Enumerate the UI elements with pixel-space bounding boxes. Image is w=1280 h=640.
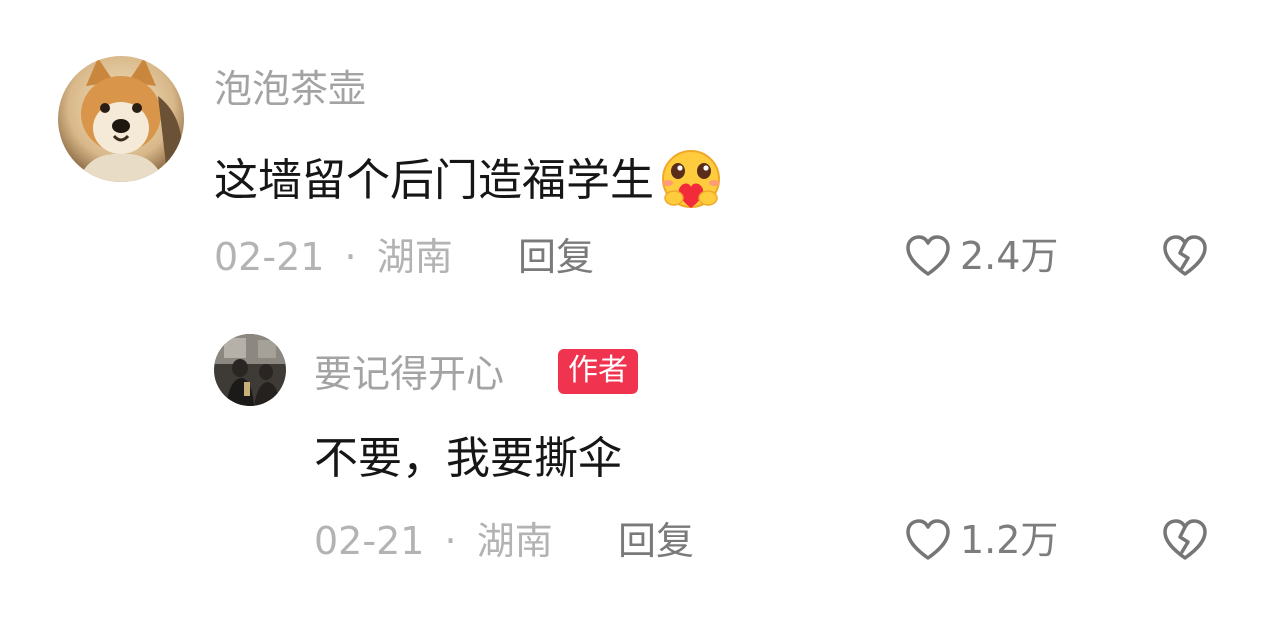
meta-separator: · <box>344 235 357 279</box>
like-button[interactable]: 1.2万 <box>904 518 1058 562</box>
reply-meta: 02-21 · 湖南 <box>314 522 553 560</box>
avatar[interactable] <box>58 56 184 182</box>
hug-heart-emoji-icon <box>656 150 726 212</box>
reply-location: 湖南 <box>476 519 553 563</box>
meta-separator: · <box>444 519 457 563</box>
like-count: 1.2万 <box>960 518 1059 562</box>
reply-username[interactable]: 要记得开心 <box>314 355 504 393</box>
comment-text: 这墙留个后门造福学生 <box>214 150 726 212</box>
avatar[interactable] <box>214 334 286 406</box>
dislike-button[interactable] <box>1160 234 1210 282</box>
reply-date: 02-21 <box>314 519 425 563</box>
heart-outline-icon <box>904 234 952 278</box>
author-badge: 作者 <box>558 349 638 394</box>
like-button[interactable]: 2.4万 <box>904 234 1058 278</box>
dislike-button[interactable] <box>1160 518 1210 566</box>
reply-button[interactable]: 回复 <box>518 238 594 276</box>
comment-meta: 02-21 · 湖南 <box>214 238 453 276</box>
comment-location: 湖南 <box>376 235 453 279</box>
reply-text: 不要，我要撕伞 <box>314 433 622 484</box>
comment-date: 02-21 <box>214 235 325 279</box>
comment-text-body: 这墙留个后门造福学生 <box>214 155 654 206</box>
reply-button[interactable]: 回复 <box>618 522 694 560</box>
heart-outline-icon <box>904 518 952 562</box>
broken-heart-icon <box>1160 234 1210 278</box>
broken-heart-icon <box>1160 518 1210 562</box>
like-count: 2.4万 <box>960 234 1059 278</box>
comment-username[interactable]: 泡泡茶壶 <box>214 70 366 108</box>
